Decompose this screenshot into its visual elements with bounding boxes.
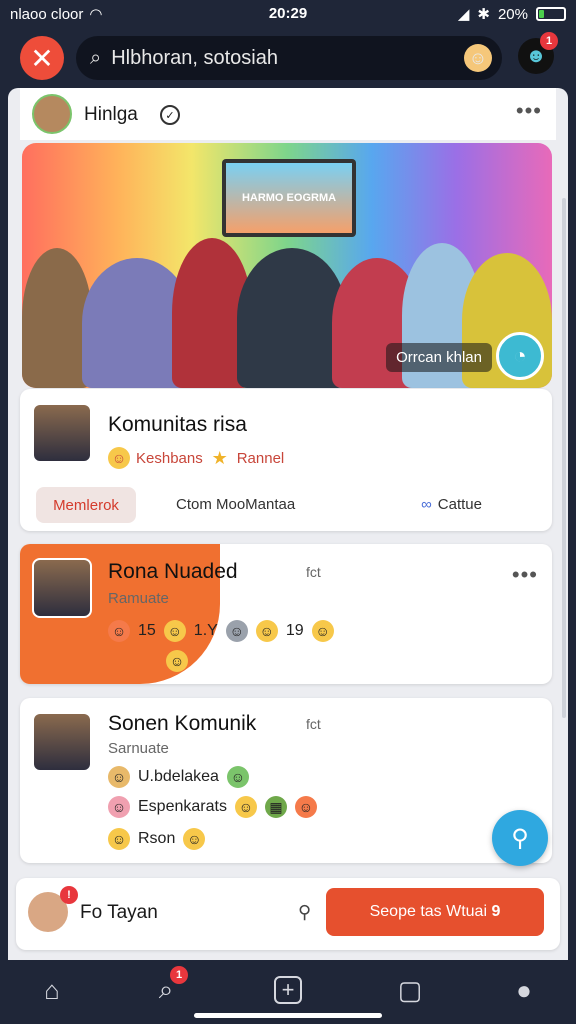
feed[interactable]: Hinlga ✓ ••• HARMO EOGRMA Orrcan khlan ◔… xyxy=(8,88,568,960)
suggested-user-card[interactable]: ! Fo Tayan ⚲ Seope tas Wtuai 9 xyxy=(16,878,560,950)
laugh-emoji-icon: ☺ xyxy=(294,796,317,818)
detail-text: Rson xyxy=(138,830,176,847)
wink-emoji-icon: ☺ xyxy=(311,620,334,642)
group-card[interactable]: Rona Nuaded Ramuate fct ••• ☺ 15 ☺ 1.Y ☺… xyxy=(20,544,552,684)
grin-emoji-icon: ☺ xyxy=(108,447,130,469)
magic-wand-icon: ⚲ xyxy=(511,824,529,852)
close-icon: ✕ xyxy=(30,42,54,74)
reaction-row: ☺ 15 ☺ 1.Y ☺ ☺ 19 ☺ xyxy=(108,620,334,642)
nav-home[interactable]: ⌂ xyxy=(32,970,72,1010)
card-actions: Memlerok Ctom MooMantaa ∞ Cattue xyxy=(20,479,552,529)
notification-badge: 1 xyxy=(540,32,558,50)
search-input[interactable]: ⌕ Hlbhoran, sotosiah ☺ xyxy=(76,36,502,80)
community-subtitle: Sarnuate xyxy=(108,740,169,757)
comment-fab[interactable]: ◔ xyxy=(496,332,544,380)
robot-emoji-icon: ☺ xyxy=(225,620,248,642)
signal-icon: ◢ xyxy=(457,6,470,23)
group-photo xyxy=(32,558,92,618)
home-indicator xyxy=(194,1013,382,1018)
detail-line: ☺ U.bdelakea ☺ xyxy=(108,766,249,788)
community-title: Sonen Komunik xyxy=(108,712,257,735)
grin-emoji-icon: ☺ xyxy=(108,620,130,642)
continue-label: Cattue xyxy=(437,496,482,513)
notification-button[interactable]: ☻ 1 xyxy=(518,32,558,74)
search-text: Hlbhoran, sotosiah xyxy=(111,46,278,69)
add-icon: + xyxy=(274,976,302,1004)
community-meta: fct xyxy=(306,716,321,732)
home-icon: ⌂ xyxy=(44,974,60,1005)
smile-emoji-icon: ☺ xyxy=(108,828,130,850)
nav-messages[interactable]: ▢ xyxy=(390,970,430,1010)
community-card[interactable]: Komunitas risa ☺ Keshbans ★ Rannel Memle… xyxy=(20,389,552,531)
tag-label: Keshbans xyxy=(136,449,203,467)
cta-button[interactable]: Seope tas Wtuai 9 xyxy=(326,888,544,936)
community-title: Komunitas risa xyxy=(108,413,247,436)
emoji-face-icon[interactable]: ☺ xyxy=(464,44,492,72)
scrollbar[interactable] xyxy=(562,198,566,718)
battery-percent: 20% xyxy=(497,5,528,23)
laugh-emoji-icon: ☺ xyxy=(255,620,278,642)
bluetooth-icon: ✱ xyxy=(477,6,490,23)
user-name[interactable]: Fo Tayan xyxy=(80,902,158,924)
community-photo xyxy=(32,712,92,772)
detail-line: ☺ Espenkarats ☺ ▦ ☺ xyxy=(108,796,317,818)
join-button[interactable]: Memlerok xyxy=(36,487,136,523)
close-button[interactable]: ✕ xyxy=(20,36,64,80)
group-subtitle: Ramuate xyxy=(108,590,169,607)
message-icon: ▢ xyxy=(397,974,423,1005)
search-badge: 1 xyxy=(170,966,188,984)
hero-caption: Orrcan khlan xyxy=(386,343,492,372)
speech-bubble-icon: ◔ xyxy=(513,343,527,368)
avatar-emoji-icon: ☺ xyxy=(108,766,130,788)
members-link[interactable]: Ctom MooMantaa xyxy=(176,496,295,513)
location-icon: ⚲ xyxy=(298,902,312,922)
tv-screen: HARMO EOGRMA xyxy=(222,159,356,237)
tv-screen-text: HARMO EOGRMA xyxy=(226,163,352,233)
reaction-count: 19 xyxy=(285,622,304,639)
author-avatar[interactable] xyxy=(32,94,72,134)
community-card-2[interactable]: Sonen Komunik Sarnuate fct ☺ U.bdelakea … xyxy=(20,698,552,863)
avatar-badge: ! xyxy=(60,886,78,904)
community-photo xyxy=(32,403,92,463)
search-icon: ⌕ xyxy=(90,46,102,69)
detail-line: ☺ Rson ☺ xyxy=(108,828,206,850)
link-icon: ∞ xyxy=(421,496,432,513)
profile-icon: ● xyxy=(516,974,532,1005)
continue-link[interactable]: ∞ Cattue xyxy=(421,496,482,513)
more-options-icon[interactable]: ••• xyxy=(512,562,538,588)
status-bar: nlaoo cloor ◠ 20:29 ◢ ✱ 20% xyxy=(0,0,576,28)
cta-count: 9 xyxy=(491,903,501,920)
compose-fab[interactable]: ⚲ xyxy=(492,810,548,866)
top-app-bar: ✕ ⌕ Hlbhoran, sotosiah ☺ ☻ 1 xyxy=(0,28,576,88)
kiss-emoji-icon: ☺ xyxy=(108,796,130,818)
reaction-count: 15 xyxy=(138,622,156,639)
smile-emoji-icon: ☺ xyxy=(163,620,186,642)
wink-emoji-icon: ☺ xyxy=(183,828,206,850)
group-meta: fct xyxy=(306,564,321,580)
nav-profile[interactable]: ● xyxy=(504,970,544,1010)
smile-emoji-icon: ☺ xyxy=(234,796,257,818)
grin-emoji-icon: ☺ xyxy=(226,766,249,788)
community-tags: ☺ Keshbans ★ Rannel xyxy=(108,447,284,469)
grid-emoji-icon: ▦ xyxy=(264,796,287,818)
reaction-count: 1.Y xyxy=(193,622,218,639)
more-options-icon[interactable]: ••• xyxy=(516,98,542,124)
post-header: Hinlga ✓ ••• xyxy=(20,88,556,140)
smile-emoji-icon: ☺ xyxy=(166,650,188,672)
verified-icon: ✓ xyxy=(160,105,180,125)
cta-label: Seope tas Wtuai xyxy=(369,903,488,920)
bottom-nav: ⌂ ⌕ 1 + ▢ ● xyxy=(0,960,576,1024)
nav-search[interactable]: ⌕ 1 xyxy=(146,966,188,1010)
detail-text: U.bdelakea xyxy=(138,768,219,785)
author-name[interactable]: Hinlga xyxy=(84,104,138,126)
nav-create[interactable]: + xyxy=(268,970,308,1010)
tag-label: Rannel xyxy=(236,449,285,467)
post-hero-image[interactable]: HARMO EOGRMA Orrcan khlan ◔ xyxy=(22,143,552,388)
star-icon: ★ xyxy=(211,447,228,468)
group-title: Rona Nuaded xyxy=(108,560,238,583)
detail-text: Espenkarats xyxy=(138,798,227,815)
battery-icon xyxy=(536,7,566,21)
